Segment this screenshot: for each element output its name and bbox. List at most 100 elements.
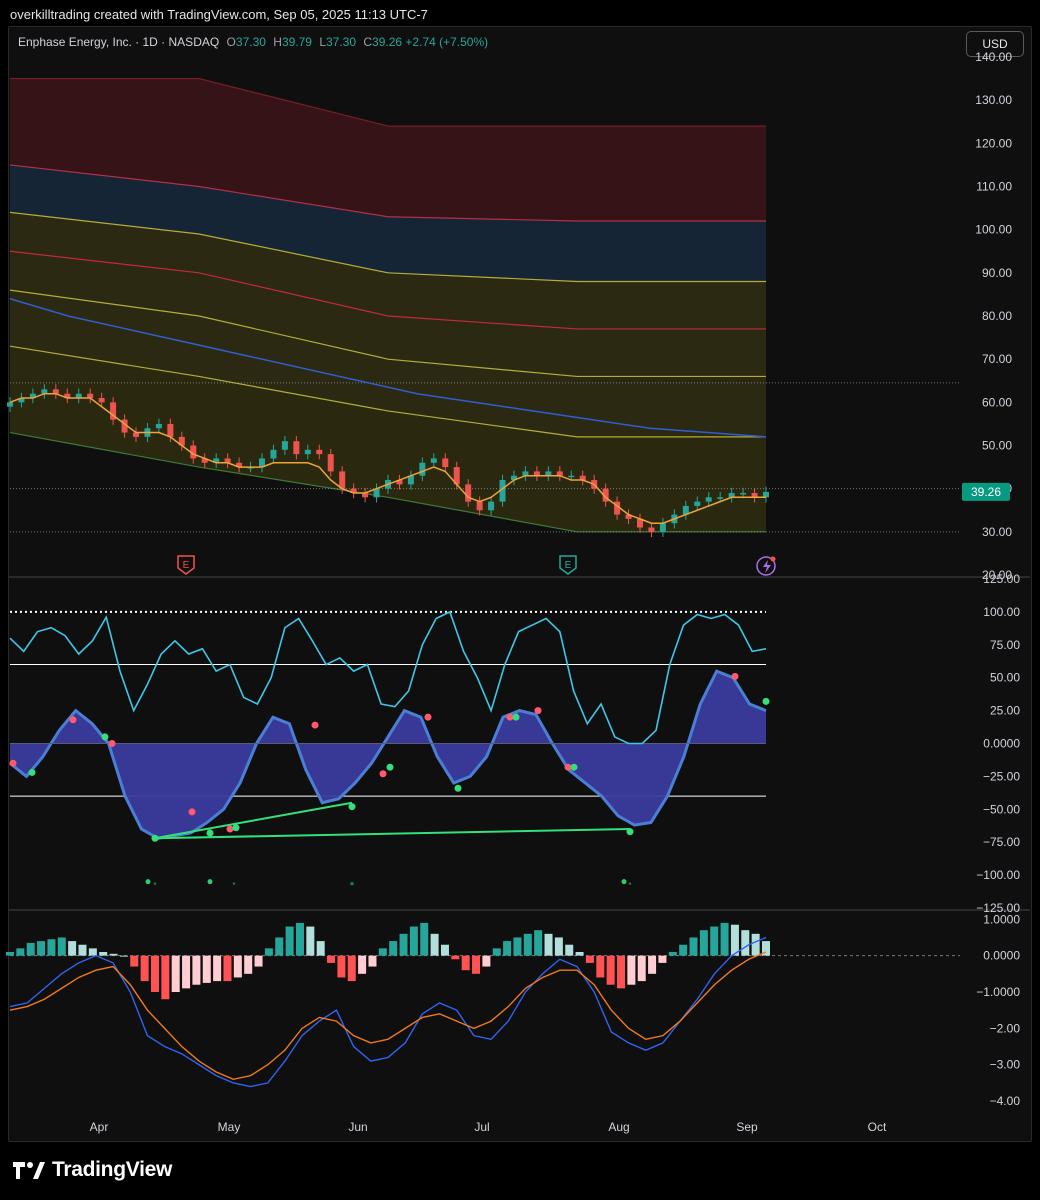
macd-histogram-bar [492,948,501,956]
macd-histogram-bar [99,952,108,956]
macd-histogram-bar [534,930,543,956]
oscillator-signal-dot [534,707,542,715]
macd-axis-tick-label: −1.0000 [976,985,1020,999]
macd-histogram-bar [140,955,149,982]
price-axis-tick-label: 30.00 [982,525,1012,539]
oscillator-signal-dot [386,763,394,771]
macd-histogram-bar [171,955,180,992]
macd-histogram-bar [689,937,698,956]
candle-body [694,501,701,506]
oscillator-signal-dot [570,763,578,771]
macd-histogram-bar [451,955,460,960]
candle-body [488,501,495,511]
macd-histogram-bar [617,955,626,989]
candle-body [430,458,437,463]
macd-histogram-bar [389,941,398,956]
macd-axis-tick-label: 1.0000 [983,912,1020,926]
macd-histogram-bar [16,948,25,956]
macd-histogram-bar [440,944,449,956]
candle-body [442,458,449,468]
macd-histogram-bar [109,953,118,956]
macd-histogram-bar [68,941,77,956]
oscillator-signal-dot [348,803,356,811]
macd-histogram-bar [430,933,439,956]
macd-histogram-bar [637,955,646,982]
macd-histogram-bar [202,955,211,983]
oscillator-signal-dot [731,672,739,680]
macd-histogram-bar [606,955,615,985]
macd-histogram-bar [544,933,553,956]
price-axis-tick-label: 60.00 [982,395,1012,409]
time-axis-tick-label: Apr [90,1120,109,1134]
lightning-icon [763,560,771,573]
macd-histogram-bar [378,948,387,956]
macd-histogram-bar [316,941,325,956]
macd-histogram-bar [337,955,346,978]
price-axis-tick-label: 130.00 [975,93,1012,107]
macd-histogram-bar [57,937,66,956]
candle-body [476,501,483,511]
tradingview-brand[interactable]: TradingView [12,1158,172,1182]
oscillator-signal-dot [424,713,432,721]
oscillator-signal-dot [101,733,109,741]
chart-canvas[interactable]: 140.00 130.00 120.00 110.00 100.00 90.00 80.00… [0,0,1040,1200]
candle-body [419,462,426,476]
macd-histogram-bar [554,937,563,956]
macd-histogram-bar [327,955,336,963]
price-axis-tick-label: 140.00 [975,50,1012,64]
oscillator-signal-dot [379,770,387,778]
macd-histogram-bar [648,955,657,974]
macd-histogram-bar [285,926,294,956]
macd-histogram-bar [88,948,97,956]
earnings-marker-label: E [183,560,190,571]
oscillator-signal-dot [151,834,159,842]
macd-histogram-bar [699,930,708,956]
macd-histogram-bar [347,955,356,982]
oscillator-signal-dot [9,759,17,767]
macd-histogram-bar [720,922,729,956]
oscillator-signal-dot [206,829,214,837]
macd-histogram-bar [751,933,760,956]
candle-body [740,492,747,495]
macd-histogram-bar [710,926,719,956]
macd-histogram-bar [368,955,377,967]
candle-body [316,449,323,455]
oscillator-axis-tick-label: 0.0000 [983,737,1020,751]
oscillator-axis-tick-label: 25.00 [990,704,1020,718]
macd-histogram-bar [596,955,605,978]
price-axis-tick-label: 120.00 [975,136,1012,150]
candle-body [659,523,666,532]
macd-histogram-bar [409,926,418,956]
oscillator-signal-dot [506,713,514,721]
oscillator-axis-tick-label: 125.00 [983,572,1020,586]
candle-body [7,402,13,407]
macd-histogram-bar [420,922,429,956]
macd-histogram-bar [6,952,14,956]
candle-body [465,484,472,502]
price-axis-tick-label: 100.00 [975,223,1012,237]
macd-histogram-bar [130,955,139,967]
macd-histogram-bar [119,955,128,957]
price-axis-tick-label: 50.00 [982,439,1012,453]
macd-histogram-bar [182,955,191,989]
macd-histogram-bar [26,942,35,956]
candle-body [293,441,300,455]
time-axis-tick-label: Jul [474,1120,489,1134]
oscillator-scatter-dot [350,881,354,886]
macd-axis-tick-label: −4.00 [990,1094,1021,1108]
macd-histogram-bar [295,922,304,956]
candle-body [327,454,334,472]
macd-histogram-bar [161,955,170,1000]
oscillator-axis-tick-label: −25.00 [983,769,1020,783]
oscillator-axis-tick-label: 75.00 [990,638,1020,652]
oscillator-signal-dot [564,763,572,771]
macd-histogram-bar [264,948,273,956]
macd-histogram-bar [78,944,87,956]
candle-body [763,491,769,498]
macd-histogram-bar [233,955,242,978]
price-axis-tick-label: 90.00 [982,266,1012,280]
time-axis-tick-label: Oct [868,1120,887,1134]
price-axis-tick-label: 110.00 [976,180,1012,194]
time-axis-tick-label: Sep [736,1120,758,1134]
macd-histogram-bar [503,941,512,956]
